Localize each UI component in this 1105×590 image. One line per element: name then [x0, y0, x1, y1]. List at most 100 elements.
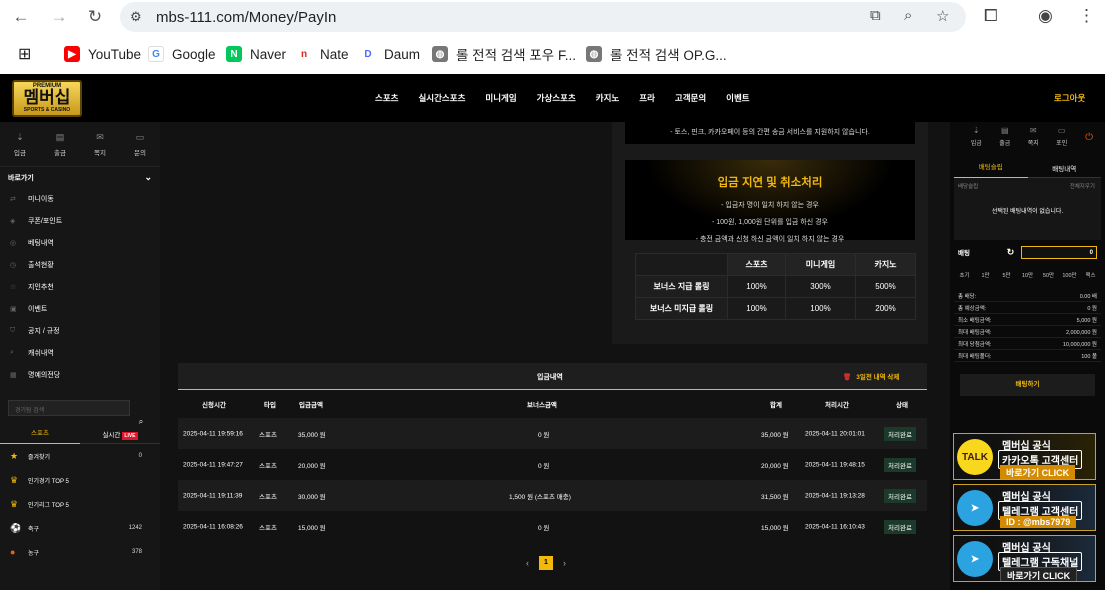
next-page-icon[interactable]: › [563, 558, 566, 568]
amount-reset-button[interactable]: 초기 [954, 268, 975, 284]
nav-virtual-sports[interactable]: 가상스포츠 [537, 92, 576, 104]
tab-live[interactable]: 실시간 LIVE [80, 429, 160, 440]
sidebar-item-bet-history[interactable]: ◎ 베팅내역 [0, 232, 160, 254]
amount-50k-button[interactable]: 5만 [996, 268, 1017, 284]
nav-support[interactable]: 고객문의 [675, 92, 706, 104]
tab-sports[interactable]: 스포츠 [0, 424, 80, 444]
sidebar-item-cash[interactable]: ⌕ 캐쉬내역 [0, 342, 160, 364]
sidebar-item-mini[interactable]: ⇄ 미니이동 [0, 188, 160, 210]
quick-withdraw[interactable]: ▤ 출금 [40, 132, 80, 166]
bookmark-google[interactable]: G Google [148, 43, 216, 65]
withdraw-icon: ▤ [55, 132, 65, 142]
amount-100k-button[interactable]: 10만 [1017, 268, 1038, 284]
power-icon[interactable]: ⏻ [1085, 132, 1093, 143]
basketball-icon: ● [10, 547, 16, 557]
star-icon: ☆ [10, 284, 17, 291]
amount-max-button[interactable]: 맥스 [1080, 268, 1101, 284]
sidebar-item-notice[interactable]: ⛉ 공지 / 규정 [0, 320, 160, 342]
quick-withdraw[interactable]: ▤ 출금 [990, 126, 1018, 158]
bookmark-lol-opgg[interactable]: ◍ 롤 전적 검색 OP.G... [586, 43, 727, 65]
bookmark-nate[interactable]: n Nate [296, 43, 349, 65]
team-search-input[interactable]: 경기팀 검색 [8, 400, 130, 416]
search-icon[interactable]: ⌕ [134, 414, 148, 430]
telegram-channel-banner[interactable]: ➤ 멤버십 공식 텔레그램 구독채널 바로가기 CLICK [953, 535, 1096, 582]
translate-icon[interactable]: ⧉ [870, 7, 881, 24]
quick-deposit[interactable]: ⇣ 입금 [0, 132, 40, 166]
tab-betslip[interactable]: 배팅슬립 [954, 158, 1028, 178]
nav-minigame[interactable]: 미니게임 [485, 92, 516, 104]
pagination: ‹ 1 › [526, 556, 566, 570]
profile-icon[interactable]: ◉ [1038, 6, 1053, 26]
nav-casino[interactable]: 카지노 [596, 92, 619, 104]
sidebar-item-event[interactable]: ▣ 이벤트 [0, 298, 160, 320]
nav-sports[interactable]: 스포츠 [375, 92, 398, 104]
stake-input[interactable]: 0 [1020, 245, 1097, 259]
daum-icon: D [360, 46, 376, 62]
stake-row: 배팅 ↻ 0 [954, 240, 1101, 264]
delete-old-history-button[interactable]: 🗑 3일전 내역 삭제 [843, 371, 899, 381]
left-sidebar: ⇣ 입금 ▤ 출금 ✉ 쪽지 ▭ 문의 바로가기 ⌄ ⇄ 미니이동 ◈ 쿠폰/포인트 ◎ 베팅내… [0, 122, 160, 590]
list-item[interactable]: ⚽ 축구 1242 [0, 516, 160, 540]
list-item[interactable]: ● 농구 378 [0, 540, 160, 564]
sidebar-item-referral[interactable]: ☆ 지인추천 [0, 276, 160, 298]
telegram-support-banner[interactable]: ➤ 멤버십 공식 텔레그램 고객센터 ID : @mbs7979 [953, 484, 1096, 531]
refresh-icon[interactable]: ↻ [1007, 247, 1015, 258]
logout-button[interactable]: 로그아웃 [1054, 92, 1085, 104]
kakaotalk-banner[interactable]: TALK 멤버십 공식 카카오톡 고객센터 바로가기 CLICK [953, 433, 1096, 480]
place-bet-button[interactable]: 배팅하기 [960, 374, 1095, 396]
bookmark-youtube[interactable]: ▶ YouTube [64, 43, 141, 65]
deposit-history: 입금내역 🗑 3일전 내역 삭제 신청시간 타입 입금금액 보너스금액 합계 처리… [178, 363, 927, 542]
bookmark-lol-fow[interactable]: ◍ 롤 전적 검색 포우 F... [432, 43, 576, 65]
bookmark-star-icon[interactable]: ☆ [936, 7, 949, 25]
tab-bet-history[interactable]: 배팅내역 [1028, 163, 1102, 173]
list-item[interactable]: ♛ 인기경기 TOP 5 [0, 468, 160, 492]
back-icon[interactable]: ← [10, 6, 32, 28]
sidebar-item-attendance[interactable]: ◷ 출석현황 [0, 254, 160, 276]
site-logo[interactable]: PREMIUM 멤버십 SPORTS & CASINO [12, 80, 82, 117]
target-icon: ◎ [10, 240, 17, 247]
info-row: 최대 배팅금액: 2,000,000 원 [954, 326, 1101, 338]
nav-live-sports[interactable]: 실시간스포츠 [418, 92, 465, 104]
main-nav: 스포츠 실시간스포츠 미니게임 가상스포츠 카지노 프라 고객문의 이벤트 [375, 92, 770, 104]
page-number[interactable]: 1 [539, 556, 553, 570]
quick-deposit[interactable]: ⇣ 입금 [962, 126, 990, 158]
forward-icon[interactable]: → [48, 6, 70, 28]
nav-prematch[interactable]: 프라 [639, 92, 655, 104]
extensions-icon[interactable]: ⧠ [984, 6, 998, 26]
deposit-history-header: 입금내역 🗑 3일전 내역 삭제 [178, 363, 927, 390]
mail-icon: ✉ [96, 132, 104, 142]
sidebar-item-coupon[interactable]: ◈ 쿠폰/포인트 [0, 210, 160, 232]
right-quick-menu: ⇣ 입금 ▤ 출금 ✉ 쪽지 ▭ 포인 ⏻ [950, 122, 1105, 158]
sidebar-item-hall-of-fame[interactable]: ▦ 명예의전당 [0, 364, 160, 386]
prev-page-icon[interactable]: ‹ [526, 558, 529, 568]
apps-icon[interactable]: ⊞ [18, 43, 31, 65]
naver-icon: N [226, 46, 242, 62]
shortcut-section[interactable]: 바로가기 ⌄ [0, 166, 160, 188]
list-item[interactable]: ♛ 인기리그 TOP 5 [0, 492, 160, 516]
status-badge: 처리완료 [884, 426, 916, 441]
quick-message[interactable]: ✉ 쪽지 [80, 132, 120, 166]
info-row: 최소 배팅금액: 5,000 원 [954, 314, 1101, 326]
zoom-icon[interactable]: ⌕ [904, 7, 912, 24]
address-bar[interactable]: ⚙ mbs-111.com/Money/PayIn ⧉ ⌕ ☆ [120, 2, 966, 32]
list-item[interactable]: ★ 즐겨찾기 0 [0, 444, 160, 468]
amount-500k-button[interactable]: 50만 [1038, 268, 1059, 284]
quick-point[interactable]: ▭ 포인 [1047, 126, 1075, 158]
bookmark-naver[interactable]: N Naver [226, 43, 286, 65]
chat-icon: ▭ [135, 132, 145, 142]
betslip-box: 배당슬립 전체지우기 선택된 배팅내역이 없습니다. [954, 178, 1101, 240]
reload-icon[interactable]: ↻ [84, 6, 106, 28]
amount-10k-button[interactable]: 1만 [975, 268, 996, 284]
trash-icon: 🗑 [843, 374, 852, 381]
quick-inquiry[interactable]: ▭ 문의 [120, 132, 160, 166]
menu-icon[interactable]: ⋮ [1078, 6, 1095, 26]
search-doc-icon: ⌕ [10, 349, 14, 356]
nav-event[interactable]: 이벤트 [726, 92, 749, 104]
bookmark-daum[interactable]: D Daum [360, 43, 420, 65]
amount-1m-button[interactable]: 100만 [1059, 268, 1080, 284]
main-content: - 토스, 핀크, 카카오페이 등의 간편 송금 서비스를 지원하지 않습니다.… [160, 122, 950, 590]
clear-all-button[interactable]: 전체지우기 [1070, 182, 1095, 190]
site-info-icon[interactable]: ⚙ [130, 9, 142, 25]
telegram-icon: ➤ [957, 541, 993, 577]
quick-message[interactable]: ✉ 쪽지 [1019, 126, 1047, 158]
